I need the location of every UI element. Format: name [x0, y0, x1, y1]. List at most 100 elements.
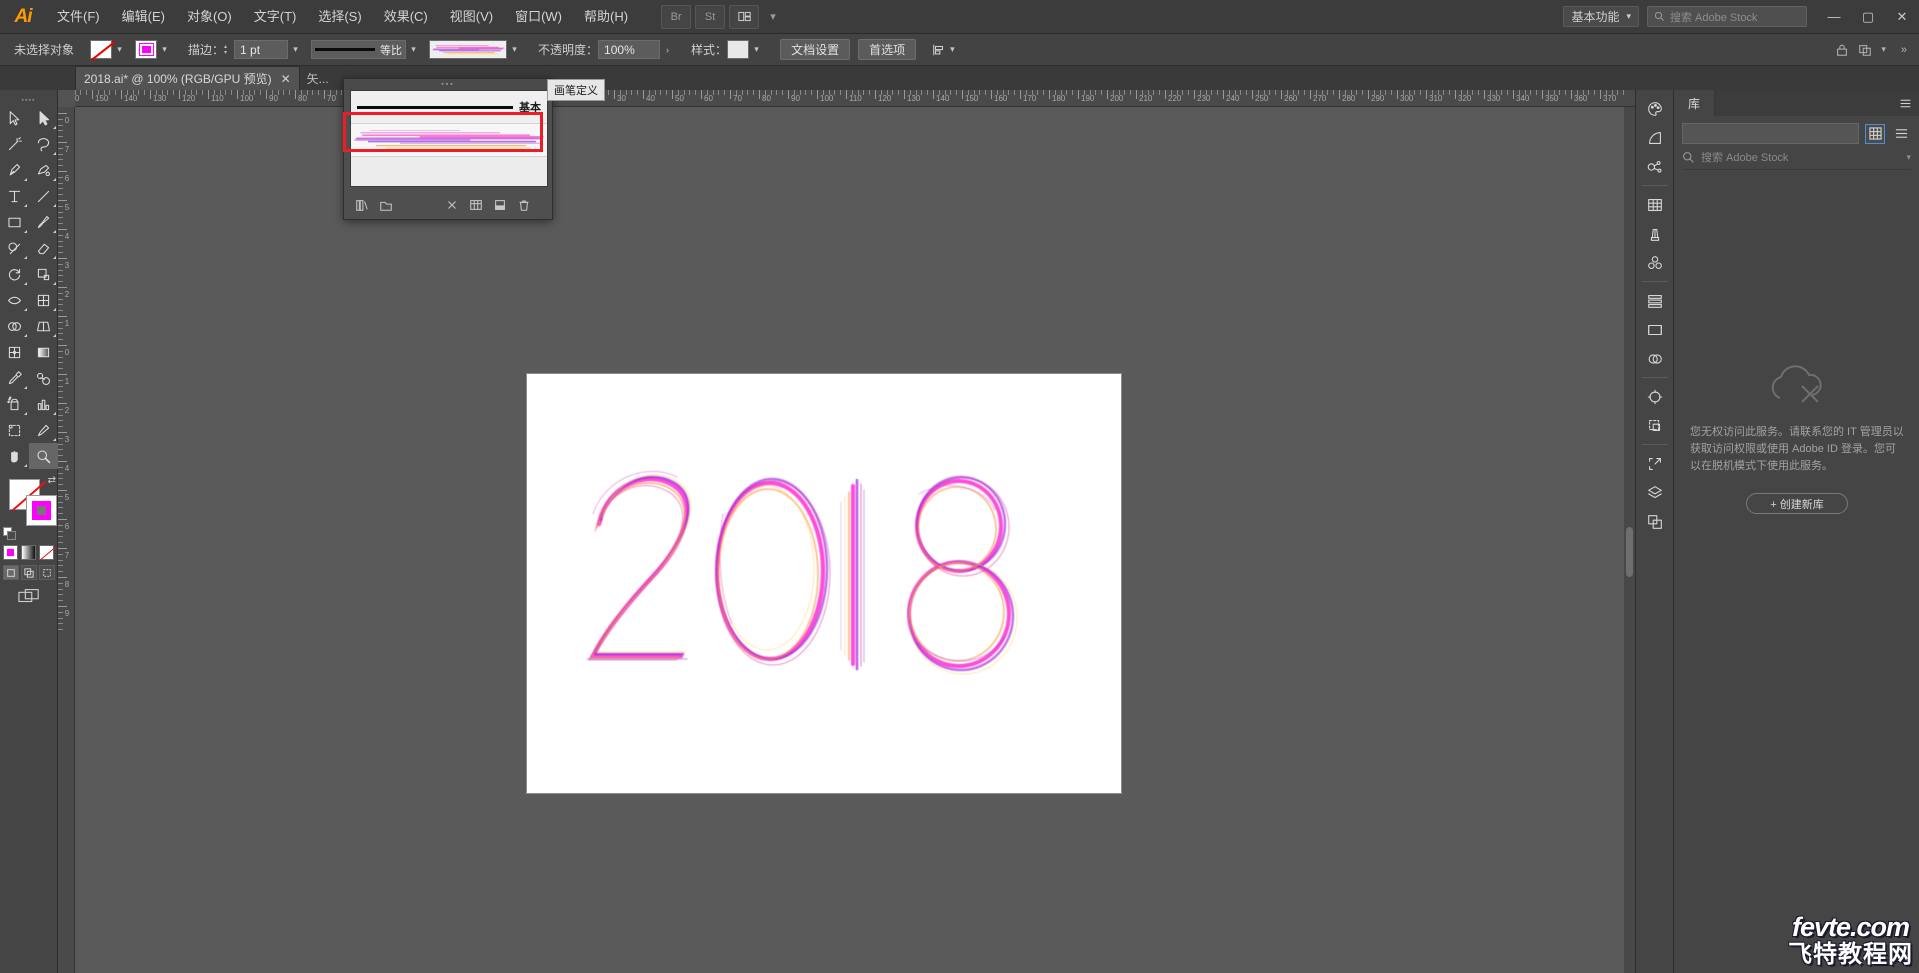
stroke-weight-stepper[interactable]: ▴ ▾: [224, 40, 234, 59]
shaper-tool[interactable]: [0, 235, 29, 261]
tools-panel-grip[interactable]: ▪▪▪▪: [0, 96, 57, 105]
mesh-tool[interactable]: [0, 339, 29, 365]
window-maximize-button[interactable]: ▢: [1851, 0, 1885, 34]
menu-window[interactable]: 窗口(W): [504, 0, 573, 34]
hand-tool[interactable]: [0, 443, 29, 469]
brushes-panel[interactable]: ▪▪▪ 基本: [343, 78, 553, 220]
stroke-profile-chevron-down-icon[interactable]: ▾: [406, 40, 421, 59]
brushes-list[interactable]: 基本: [350, 90, 548, 187]
free-transform-tool[interactable]: [29, 287, 58, 313]
menu-edit[interactable]: 编辑(E): [111, 0, 176, 34]
opacity-expand-icon[interactable]: ›: [660, 40, 675, 59]
menu-help[interactable]: 帮助(H): [573, 0, 639, 34]
menu-chevron-down-icon[interactable]: ▾: [763, 5, 783, 29]
magic-wand-tool[interactable]: [0, 131, 29, 157]
symbol-sprayer-tool[interactable]: [0, 391, 29, 417]
stroke-weight-chevron-down-icon[interactable]: ▾: [288, 40, 303, 59]
transparency-icon[interactable]: [1636, 382, 1674, 411]
brush-item-basic[interactable]: 基本: [351, 91, 547, 124]
arrange-chevron-down-icon[interactable]: ▾: [1881, 44, 1886, 55]
list-view-icon[interactable]: [1891, 124, 1911, 144]
canvas-area[interactable]: [75, 107, 1635, 973]
arrange-icon[interactable]: [1858, 43, 1872, 57]
menu-effect[interactable]: 效果(C): [373, 0, 439, 34]
draw-behind-button[interactable]: [20, 565, 37, 580]
pathfinder-icon[interactable]: [1636, 344, 1674, 373]
type-tool[interactable]: [0, 183, 29, 209]
artboards-panel-icon[interactable]: [1636, 507, 1674, 536]
bridge-icon[interactable]: Br: [661, 4, 692, 29]
options-of-object-icon[interactable]: [464, 196, 488, 215]
appearance-icon[interactable]: [1636, 411, 1674, 440]
stock-search-input[interactable]: 搜索 Adobe Stock: [1647, 6, 1807, 27]
menu-file[interactable]: 文件(F): [46, 0, 111, 34]
swatches-panel-icon[interactable]: [1636, 190, 1674, 219]
stroke-chevron-down-icon[interactable]: ▾: [157, 40, 172, 59]
style-chevron-down-icon[interactable]: ▾: [749, 40, 764, 59]
brush-definition-picker[interactable]: [429, 40, 508, 59]
paintbrush-tool[interactable]: [29, 209, 58, 235]
menu-view[interactable]: 视图(V): [439, 0, 504, 34]
align-panel-icon[interactable]: [1636, 286, 1674, 315]
pen-tool[interactable]: [0, 157, 29, 183]
window-minimize-button[interactable]: —: [1817, 0, 1851, 34]
delete-brush-icon[interactable]: [512, 196, 536, 215]
brush-item-art-selected[interactable]: [351, 124, 547, 157]
arrange-documents-icon[interactable]: [729, 4, 760, 29]
scale-tool[interactable]: [29, 261, 58, 287]
width-tool[interactable]: [0, 287, 29, 313]
opacity-input[interactable]: 100%: [598, 40, 661, 59]
menu-object[interactable]: 对象(O): [176, 0, 243, 34]
tab-libraries[interactable]: 库: [1674, 90, 1716, 116]
shape-builder-tool[interactable]: [0, 313, 29, 339]
libraries-panel-icon[interactable]: [374, 196, 398, 215]
panel-overflow-icon[interactable]: »: [1901, 44, 1907, 56]
brush-libraries-icon[interactable]: [350, 196, 374, 215]
horizontal-ruler[interactable]: 1601501401301201101009080706050403020100…: [75, 90, 1635, 107]
curvature-tool[interactable]: [29, 157, 58, 183]
stroke-color-swatch[interactable]: [135, 40, 158, 59]
document-setup-button[interactable]: 文档设置: [780, 39, 851, 60]
stock-icon[interactable]: St: [695, 4, 726, 29]
vertical-ruler[interactable]: 076543210123456789: [58, 107, 75, 973]
graphic-style-swatch[interactable]: [727, 40, 750, 59]
rectangle-tool[interactable]: [0, 209, 29, 235]
fill-color-swatch[interactable]: [90, 40, 113, 59]
window-close-button[interactable]: ✕: [1885, 0, 1919, 34]
gradient-tool[interactable]: [29, 339, 58, 365]
swap-fill-stroke-icon[interactable]: ⇄: [48, 475, 56, 486]
brushes-panel-icon[interactable]: [1636, 219, 1674, 248]
library-search-input[interactable]: 搜索 Adobe Stock ▾: [1682, 150, 1911, 170]
draw-normal-button[interactable]: [2, 565, 19, 580]
rotate-tool[interactable]: [0, 261, 29, 287]
screen-mode-button[interactable]: [0, 588, 57, 604]
default-fill-stroke-icon[interactable]: [3, 527, 16, 540]
workspace-switcher[interactable]: 基本功能 ▾: [1563, 6, 1639, 27]
library-selector-dropdown[interactable]: [1682, 123, 1859, 144]
color-panel-icon[interactable]: [1636, 94, 1674, 123]
grid-view-icon[interactable]: [1865, 123, 1885, 144]
graphic-styles-icon[interactable]: [1636, 248, 1674, 277]
stroke-color-box[interactable]: [26, 495, 57, 526]
align-icon[interactable]: ▾: [932, 43, 955, 57]
stroke-weight-input[interactable]: 1 pt: [234, 40, 289, 59]
none-fill-button[interactable]: [39, 545, 54, 560]
color-fill-button[interactable]: [3, 545, 18, 560]
color-guide-icon[interactable]: [1636, 123, 1674, 152]
line-segment-tool[interactable]: [29, 183, 58, 209]
slice-tool[interactable]: [29, 417, 58, 443]
gradient-fill-button[interactable]: [21, 545, 36, 560]
symbols-panel-icon[interactable]: [1636, 152, 1674, 181]
asset-export-icon[interactable]: [1636, 449, 1674, 478]
stroke-profile-picker[interactable]: 等比: [311, 40, 407, 59]
brushes-panel-grip[interactable]: ▪▪▪: [344, 79, 552, 90]
chevron-down-icon[interactable]: ▾: [1906, 152, 1911, 163]
menu-type[interactable]: 文字(T): [243, 0, 308, 34]
document-tab-2018[interactable]: 2018.ai* @ 100% (RGB/GPU 预览) ✕: [75, 66, 300, 90]
canvas-vertical-scrollbar[interactable]: [1624, 107, 1635, 973]
artwork-2018[interactable]: [527, 374, 1121, 793]
preferences-button[interactable]: 首选项: [858, 39, 917, 60]
column-graph-tool[interactable]: [29, 391, 58, 417]
new-brush-icon[interactable]: [488, 196, 512, 215]
artboard-tool[interactable]: [0, 417, 29, 443]
